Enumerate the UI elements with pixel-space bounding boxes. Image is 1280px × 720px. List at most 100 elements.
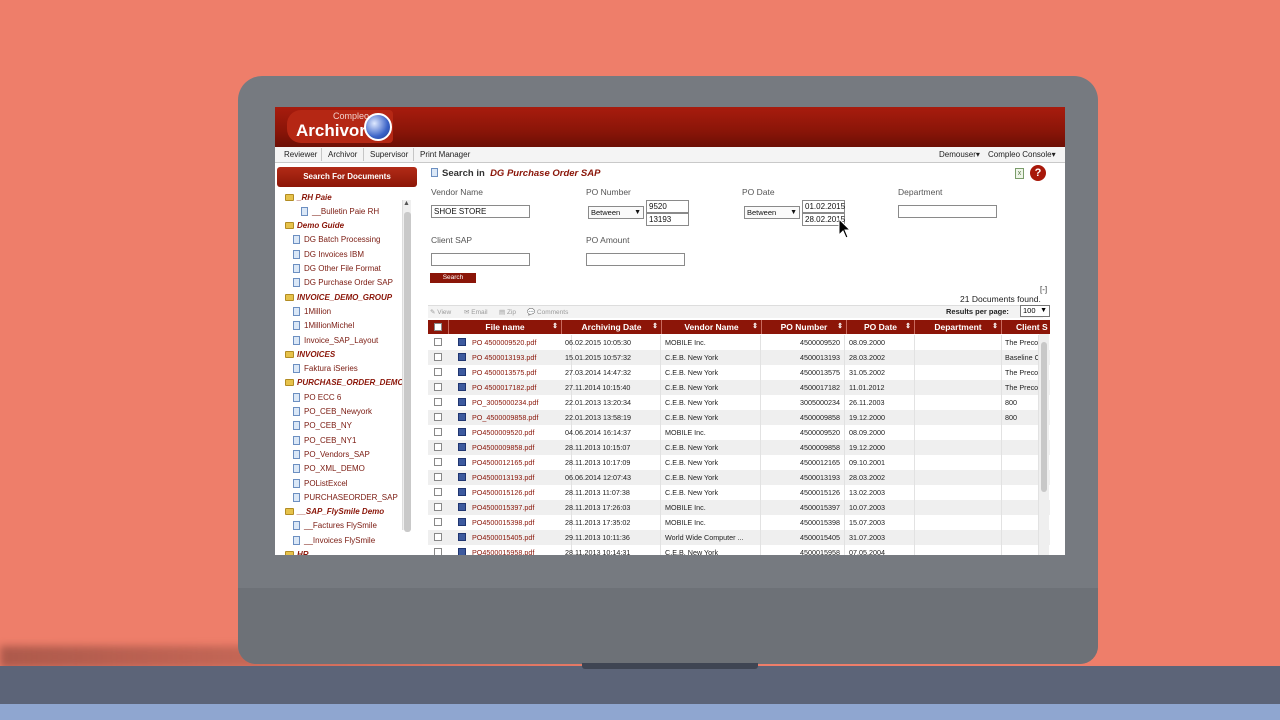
cell-file-name[interactable]: PO4500012165.pdf [472, 455, 572, 470]
cell-file-name[interactable]: PO4500009520.pdf [472, 425, 572, 440]
row-checkbox[interactable] [434, 503, 442, 511]
table-row[interactable]: PO4500015126.pdf 28.11.2013 11:07:38 C.E.B… [428, 485, 1050, 500]
col-department[interactable]: Department ⇕ [915, 320, 1002, 334]
col-client-sap[interactable]: Client S [1002, 320, 1050, 334]
save-icon[interactable] [458, 548, 466, 555]
save-icon[interactable] [458, 368, 466, 376]
table-row[interactable]: PO_3005000234.pdf 22.01.2013 13:20:34 C.E.… [428, 395, 1050, 410]
col-po-date[interactable]: PO Date ⇕ [847, 320, 915, 334]
row-checkbox[interactable] [434, 458, 442, 466]
table-row[interactable]: PO4500015958.pdf 28.11.2013 10:14:31 C.E.B… [428, 545, 1050, 555]
user-menu[interactable]: Demouser▾ [938, 150, 981, 159]
tree-folder[interactable]: _RH Paie [285, 190, 332, 204]
cell-file-name[interactable]: PO 4500017182.pdf [472, 380, 572, 395]
tree-folder[interactable]: HR [285, 548, 309, 555]
po-date-operator-select[interactable]: Between ▼ [744, 206, 800, 219]
tree-item[interactable]: PO ECC 6 [293, 390, 341, 404]
row-checkbox[interactable] [434, 518, 442, 526]
row-checkbox[interactable] [434, 383, 442, 391]
tree-item[interactable]: PO_CEB_Newyork [293, 405, 372, 419]
tree-folder[interactable]: INVOICE_DEMO_GROUP [285, 290, 392, 304]
grid-scroll-thumb[interactable] [1041, 342, 1047, 492]
save-icon[interactable] [458, 473, 466, 481]
client-sap-input[interactable] [431, 253, 530, 266]
row-checkbox[interactable] [434, 413, 442, 421]
vendor-name-input[interactable]: SHOE STORE [431, 205, 530, 218]
tree-item[interactable]: PO_XML_DEMO [293, 462, 365, 476]
table-row[interactable]: PO4500015405.pdf 29.11.2013 10:11:36 World… [428, 530, 1050, 545]
table-row[interactable]: PO4500009520.pdf 04.06.2014 16:14:37 MOBIL… [428, 425, 1050, 440]
table-row[interactable]: PO4500015398.pdf 28.11.2013 17:35:02 MOBIL… [428, 515, 1050, 530]
tree-item[interactable]: Faktura iSeries [293, 362, 358, 376]
view-button[interactable]: ✎ View [430, 308, 451, 316]
tree-item[interactable]: DG Purchase Order SAP [293, 276, 393, 290]
save-icon[interactable] [458, 458, 466, 466]
comments-button[interactable]: 💬 Comments [527, 308, 568, 316]
tree-item[interactable]: POListExcel [293, 476, 348, 490]
results-per-page-select[interactable]: 100 ▼ [1020, 305, 1050, 317]
row-checkbox[interactable] [434, 398, 442, 406]
row-checkbox[interactable] [434, 368, 442, 376]
search-button[interactable]: Search [430, 273, 476, 283]
email-button[interactable]: ✉ Email [464, 308, 488, 316]
tree-folder[interactable]: __SAP_FlySmile Demo [285, 505, 384, 519]
row-checkbox[interactable] [434, 443, 442, 451]
cell-file-name[interactable]: PO_4500009858.pdf [472, 410, 572, 425]
scroll-up-icon[interactable]: ▲ [403, 200, 410, 207]
cell-file-name[interactable]: PO4500015126.pdf [472, 485, 572, 500]
table-row[interactable]: PO4500009858.pdf 28.11.2013 10:15:07 C.E.B… [428, 440, 1050, 455]
row-checkbox[interactable] [434, 473, 442, 481]
cell-file-name[interactable]: PO4500013193.pdf [472, 470, 572, 485]
tree-folder[interactable]: INVOICES [285, 347, 335, 361]
po-date-from-input[interactable]: 01.02.2015 [802, 200, 845, 213]
col-file-name[interactable]: File name ⇕ [449, 320, 562, 334]
save-icon[interactable] [458, 488, 466, 496]
compleo-archivor-logo[interactable]: Compleo Archivor [287, 110, 393, 143]
tree-folder[interactable]: Demo Guide [285, 219, 344, 233]
row-checkbox[interactable] [434, 428, 442, 436]
save-icon[interactable] [458, 398, 466, 406]
grid-scrollbar[interactable] [1039, 334, 1049, 555]
zip-button[interactable]: ▤ Zip [499, 308, 516, 316]
cell-file-name[interactable]: PO_3005000234.pdf [472, 395, 572, 410]
sidebar-scroll-thumb[interactable] [404, 212, 411, 532]
save-icon[interactable] [458, 518, 466, 526]
col-po-number[interactable]: PO Number ⇕ [762, 320, 847, 334]
save-icon[interactable] [458, 383, 466, 391]
export-icon[interactable]: x [1015, 168, 1024, 179]
table-row[interactable]: PO4500015397.pdf 28.11.2013 17:26:03 MOBIL… [428, 500, 1050, 515]
tree-item[interactable]: DG Batch Processing [293, 233, 380, 247]
tree-item[interactable]: __Invoices FlySmile [293, 533, 375, 547]
cell-file-name[interactable]: PO4500015397.pdf [472, 500, 572, 515]
search-for-documents-button[interactable]: Search For Documents [277, 167, 417, 187]
collapse-toggle[interactable]: [-] [1040, 285, 1047, 294]
tree-item[interactable]: DG Invoices IBM [293, 247, 364, 261]
tree-item[interactable]: PO_CEB_NY1 [293, 433, 356, 447]
save-icon[interactable] [458, 503, 466, 511]
row-checkbox[interactable] [434, 353, 442, 361]
cell-file-name[interactable]: PO 4500009520.pdf [472, 335, 572, 350]
select-all-checkbox[interactable] [434, 323, 442, 331]
table-row[interactable]: PO_4500009858.pdf 22.01.2013 13:58:19 C.E.… [428, 410, 1050, 425]
tree-item[interactable]: Invoice_SAP_Layout [293, 333, 378, 347]
cell-file-name[interactable]: PO4500015398.pdf [472, 515, 572, 530]
cell-file-name[interactable]: PO4500015405.pdf [472, 530, 572, 545]
tree-item[interactable]: PO_CEB_NY [293, 419, 352, 433]
save-icon[interactable] [458, 413, 466, 421]
row-checkbox[interactable] [434, 548, 442, 555]
table-row[interactable]: PO 4500013575.pdf 27.03.2014 14:47:32 C.E.… [428, 365, 1050, 380]
table-row[interactable]: PO 4500013193.pdf 15.01.2015 10:57:32 C.E.… [428, 350, 1050, 365]
menu-print-manager[interactable]: Print Manager [419, 150, 471, 159]
cell-file-name[interactable]: PO 4500013575.pdf [472, 365, 572, 380]
menu-supervisor[interactable]: Supervisor [369, 150, 409, 159]
save-icon[interactable] [458, 338, 466, 346]
save-icon[interactable] [458, 428, 466, 436]
row-checkbox[interactable] [434, 488, 442, 496]
table-row[interactable]: PO4500012165.pdf 28.11.2013 10:17:09 C.E.B… [428, 455, 1050, 470]
col-archiving-date[interactable]: Archiving Date ⇕ [562, 320, 662, 334]
console-menu[interactable]: Compleo Console▾ [987, 150, 1057, 159]
cell-file-name[interactable]: PO4500015958.pdf [472, 545, 572, 555]
tree-item[interactable]: __Factures FlySmile [293, 519, 377, 533]
table-row[interactable]: PO 4500009520.pdf 06.02.2015 10:05:30 MOBI… [428, 335, 1050, 350]
row-checkbox[interactable] [434, 533, 442, 541]
